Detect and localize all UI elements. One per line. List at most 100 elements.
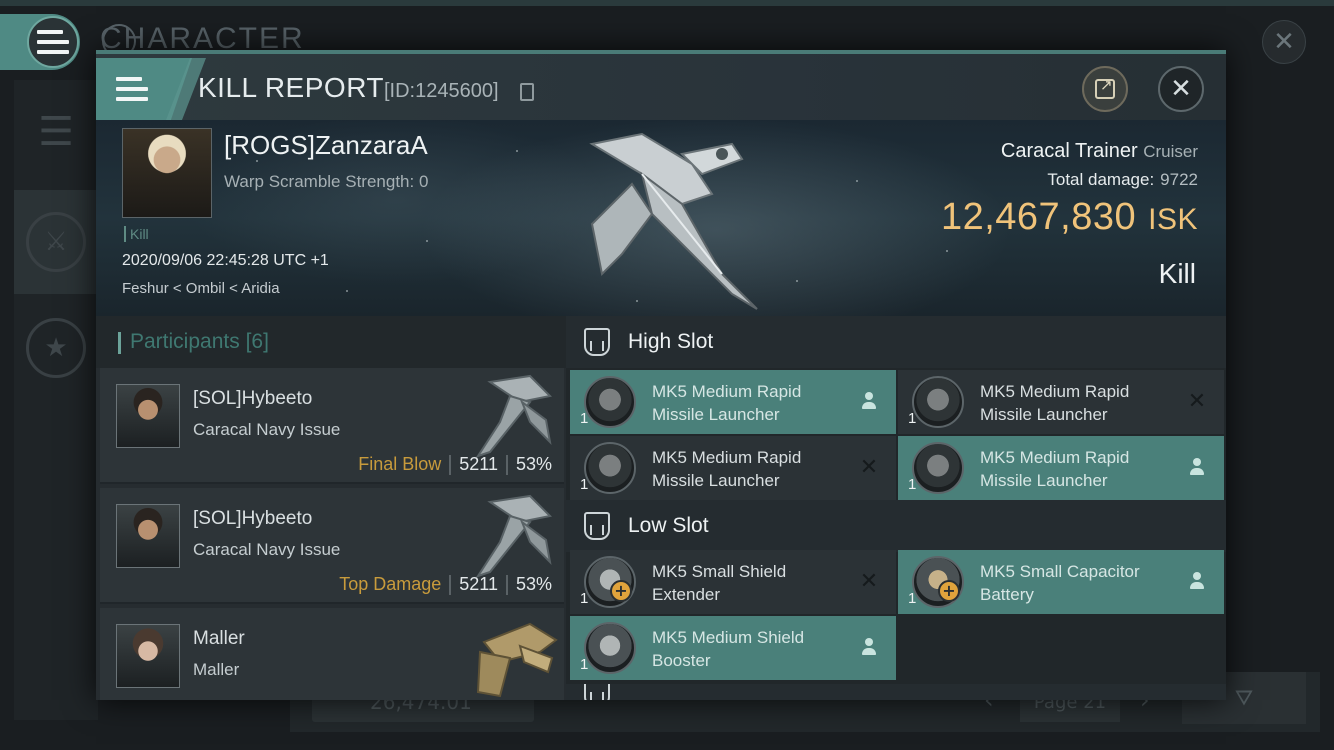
side-nav-combat-icon[interactable]: ⚔: [14, 190, 98, 294]
module-item[interactable]: 1 MK5 Medium Shield Booster: [570, 616, 896, 680]
side-nav-star-icon[interactable]: ★: [14, 296, 98, 400]
module-name: MK5 Medium Rapid Missile Launcher: [980, 382, 1130, 424]
participant-ship-image: [476, 622, 558, 698]
participant-stats: Top Damage 5211 53%: [339, 574, 552, 595]
high-slot-header: High Slot: [566, 316, 1226, 368]
module-quantity: 1: [908, 476, 917, 493]
participant-row[interactable]: [SOL]Hybeeto Caracal Navy Issue Final Bl…: [100, 368, 564, 484]
module-item[interactable]: 1 MK5 Medium Rapid Missile Launcher: [570, 370, 896, 434]
missile-launcher-icon: [584, 442, 636, 494]
module-name: MK5 Small Shield Extender: [652, 562, 787, 604]
module-name: MK5 Small Capacitor Battery: [980, 562, 1140, 604]
participants-panel: Participants [6] [SOL]Hybeeto Caracal Na…: [96, 316, 566, 700]
fitting-panel: High Slot 1 MK5 Medium Rapid Missile Lau…: [566, 316, 1226, 700]
destroyed-icon: ✕: [859, 568, 879, 594]
isk-unit: ISK: [1148, 203, 1198, 236]
low-slot-header: Low Slot: [566, 500, 1226, 552]
total-damage: Total damage: 9722: [1047, 170, 1198, 190]
report-result: Kill: [1158, 258, 1196, 289]
module-item[interactable]: 1 MK5 Medium Rapid Missile Launcher ✕: [898, 370, 1224, 434]
module-quantity: 1: [580, 410, 589, 427]
warp-scramble-strength: Warp Scramble Strength: 0: [224, 172, 429, 191]
plus-icon: +: [938, 580, 960, 602]
module-item[interactable]: 1 MK5 Medium Rapid Missile Launcher ✕: [570, 436, 896, 500]
missile-launcher-icon: [912, 442, 964, 494]
isk-value: 12,467,830: [940, 196, 1137, 238]
participant-damage: 5211: [459, 454, 498, 474]
plus-icon: +: [610, 580, 632, 602]
dropped-icon: [858, 636, 880, 658]
modal-header: KILL REPORT [ID:1245600] ✕: [96, 54, 1226, 120]
victim-ship-image[interactable]: [572, 124, 772, 314]
destroyed-icon: ✕: [859, 454, 879, 480]
modal-title: KILL REPORT: [198, 72, 385, 103]
missile-launcher-icon: [912, 376, 964, 428]
menu-icon: [116, 77, 148, 101]
module-quantity: 1: [580, 476, 589, 493]
low-slot-title: Low Slot: [628, 514, 709, 537]
participant-percent: 53%: [515, 454, 552, 474]
victim-banner: [ROGS]ZanzaraA Warp Scramble Strength: 0…: [96, 120, 1226, 316]
victim-ship-name[interactable]: Caracal Trainer Cruiser: [1001, 140, 1198, 163]
high-slot-icon: [584, 328, 610, 356]
dropped-icon: [1186, 456, 1208, 478]
close-icon: ✕: [1170, 74, 1192, 104]
victim-name[interactable]: [ROGS]ZanzaraA: [224, 130, 428, 161]
ship-name-text: Caracal Trainer: [1000, 140, 1138, 162]
shield-booster-icon: [584, 622, 636, 674]
total-damage-value: 9722: [1160, 170, 1198, 189]
module-item[interactable]: + 1 MK5 Small Capacitor Battery: [898, 550, 1224, 614]
side-nav-list-icon[interactable]: ☰: [14, 80, 98, 184]
module-name: MK5 Medium Rapid Missile Launcher: [652, 382, 802, 424]
mid-slot-header: [566, 684, 1226, 700]
dropped-icon: [858, 390, 880, 412]
kill-report-modal: KILL REPORT [ID:1245600] ✕ [ROGS]Zanzara…: [96, 50, 1226, 700]
top-damage-label: Top Damage: [339, 574, 442, 594]
module-quantity: 1: [908, 410, 917, 427]
module-item[interactable]: + 1 MK5 Small Shield Extender ✕: [570, 550, 896, 614]
kill-location[interactable]: Feshur < Ombil < Aridia: [122, 280, 280, 297]
dropped-icon: [1186, 570, 1208, 592]
participants-title: Participants: [130, 330, 240, 353]
report-id: [ID:1245600]: [384, 80, 499, 102]
participant-stats: Final Blow 5211 53%: [358, 454, 552, 475]
participant-damage: 5211: [459, 574, 498, 594]
total-damage-label: Total damage:: [1047, 170, 1155, 189]
module-name: MK5 Medium Rapid Missile Launcher: [980, 448, 1130, 490]
module-name: MK5 Medium Rapid Missile Launcher: [652, 448, 802, 490]
menu-icon: [37, 30, 69, 54]
kill-datetime: 2020/09/06 22:45:28 UTC +1: [122, 252, 329, 269]
participant-name: [SOL]Hybeeto: [193, 508, 313, 529]
missile-launcher-icon: [584, 376, 636, 428]
participant-ship-image: [475, 374, 553, 458]
ship-class-text: Cruiser: [1143, 142, 1198, 161]
participant-ship: Caracal Navy Issue: [193, 420, 341, 439]
participant-row[interactable]: [SOL]Hybeeto Caracal Navy Issue Top Dama…: [100, 488, 564, 604]
participant-avatar: [116, 504, 180, 568]
participant-name: Maller: [193, 628, 245, 649]
victim-avatar[interactable]: [122, 128, 212, 218]
participant-row[interactable]: Maller Maller: [100, 608, 564, 700]
top-bar: [0, 0, 1334, 6]
module-item[interactable]: 1 MK5 Medium Rapid Missile Launcher: [898, 436, 1224, 500]
participant-ship: Maller: [193, 660, 240, 679]
copy-icon[interactable]: [520, 83, 534, 101]
destroyed-icon: ✕: [1187, 388, 1207, 414]
participant-ship-image: [475, 494, 553, 578]
participants-header: Participants [6]: [96, 316, 566, 368]
module-quantity: 1: [908, 590, 917, 607]
main-menu-button[interactable]: [0, 14, 80, 70]
mid-slot-icon: [584, 684, 610, 700]
module-quantity: 1: [580, 656, 589, 673]
close-button[interactable]: ✕: [1158, 66, 1204, 112]
isk-loss: 12,467,830 ISK: [941, 196, 1198, 239]
kill-type-tag: Kill: [124, 226, 149, 242]
share-button[interactable]: [1082, 66, 1128, 112]
filter-icon: ⛛: [1234, 685, 1254, 711]
screen-close-button[interactable]: ✕: [1262, 20, 1306, 64]
participant-percent: 53%: [515, 574, 552, 594]
participants-count: [6]: [245, 330, 269, 353]
high-slot-title: High Slot: [628, 330, 714, 353]
share-icon: [1095, 76, 1115, 99]
module-name: MK5 Medium Shield Booster: [652, 628, 805, 670]
